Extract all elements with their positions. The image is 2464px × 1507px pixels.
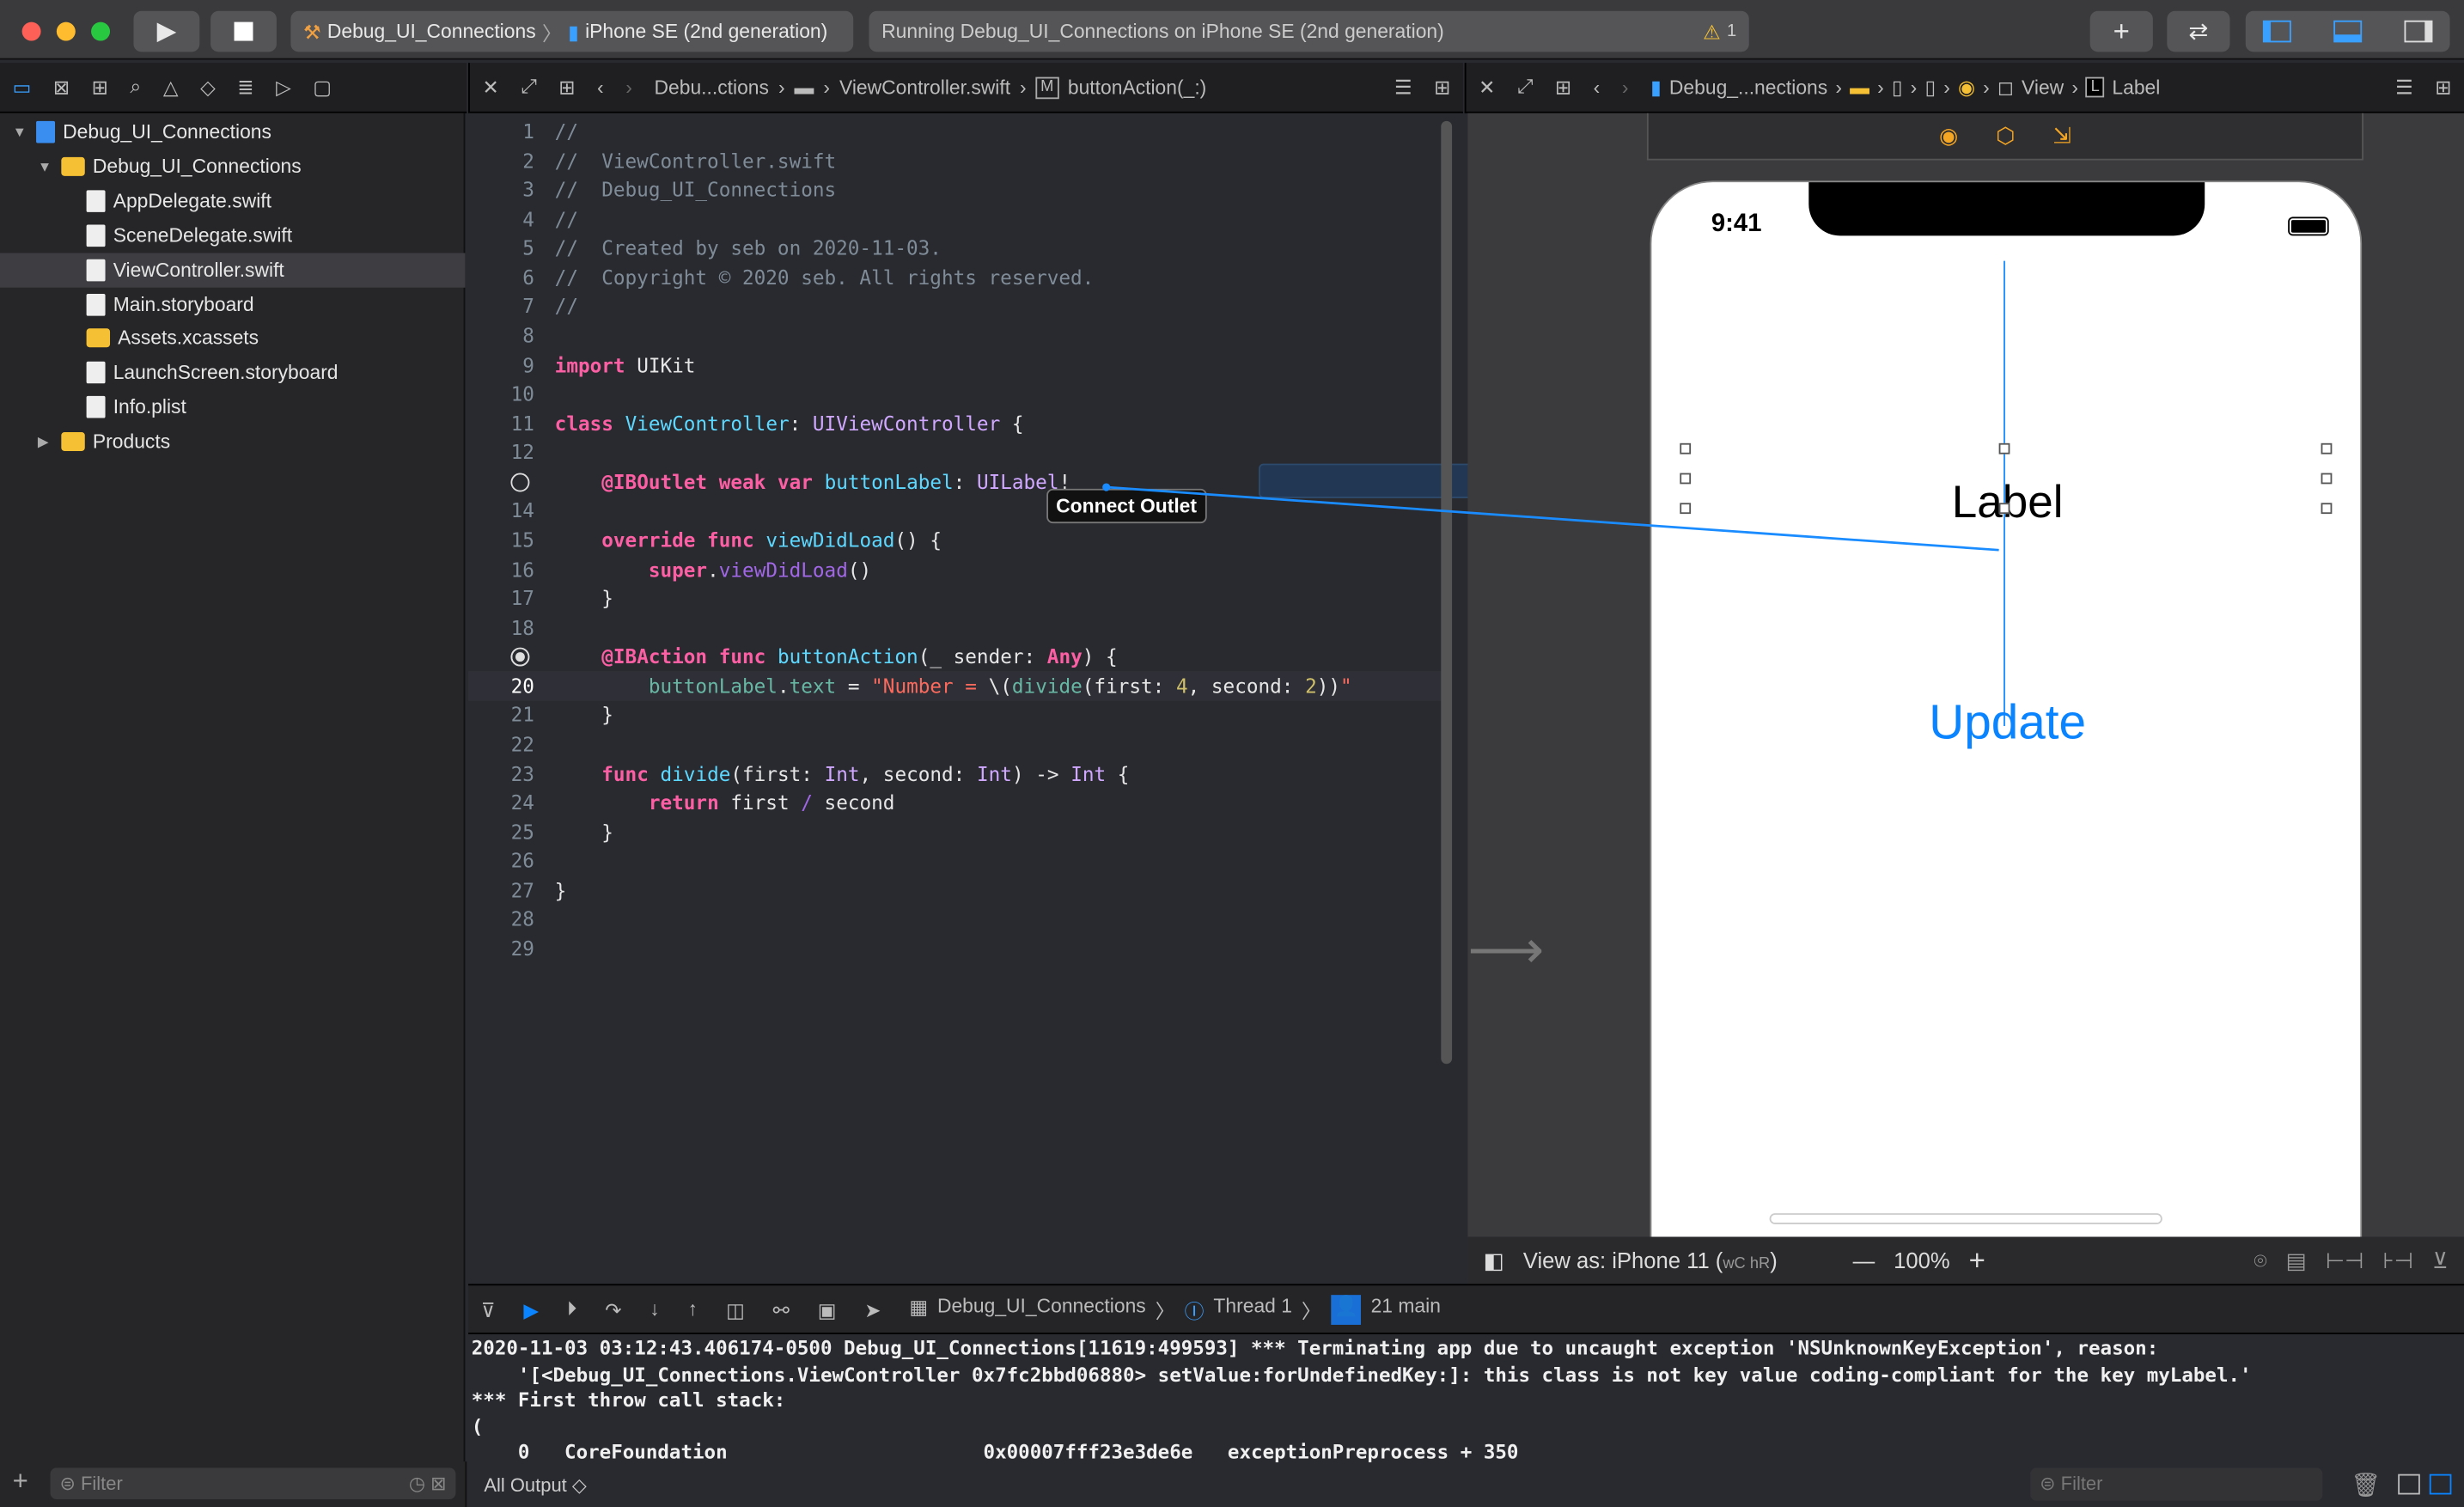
connection-line [1102,483,1999,552]
